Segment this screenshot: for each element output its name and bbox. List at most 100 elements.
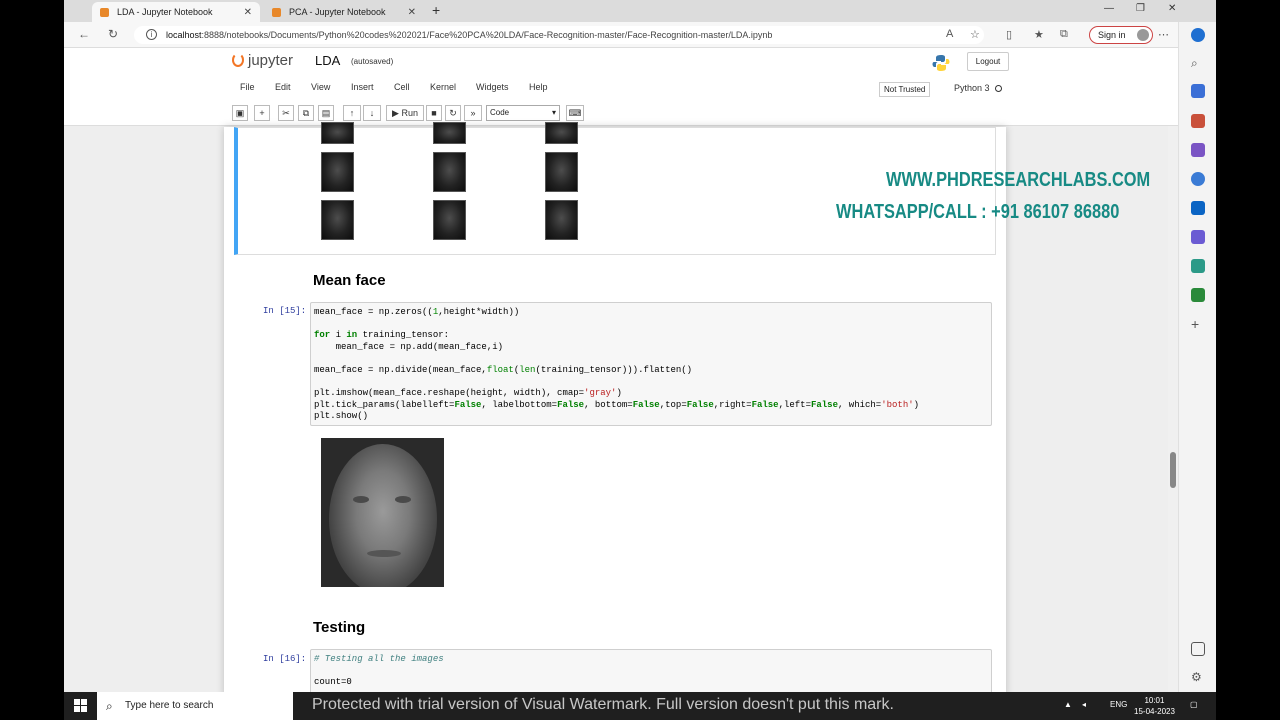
trust-status-button[interactable]: Not Trusted <box>879 82 931 97</box>
system-clock[interactable]: 10:01 15-04-2023 <box>1134 695 1175 717</box>
favorites-icon[interactable]: ★ <box>1034 28 1044 41</box>
menu-file[interactable]: File <box>240 82 255 92</box>
menu-kernel[interactable]: Kernel <box>430 82 456 92</box>
cell-prompt: In [15]: <box>263 306 307 316</box>
notebook-container: WWW.PHDRESEARCHLABS.COM WHATSAPP/CALL : … <box>224 122 1150 692</box>
jupyter-tab-icon <box>100 7 109 17</box>
menu-help[interactable]: Help <box>529 82 548 92</box>
watermark-website: WWW.PHDRESEARCHLABS.COM <box>886 169 1151 191</box>
jupyter-logo[interactable]: jupyter <box>232 52 293 69</box>
insert-cell-below-icon[interactable]: + <box>254 105 270 121</box>
menu-edit[interactable]: Edit <box>275 82 291 92</box>
language-indicator[interactable]: ENG <box>1110 700 1127 709</box>
paste-icon[interactable]: ▤ <box>318 105 334 121</box>
volume-icon[interactable]: ◂ <box>1082 700 1086 709</box>
tree-icon[interactable] <box>1191 288 1205 302</box>
chevron-down-icon: ▾ <box>551 108 556 117</box>
mean-face-image <box>321 438 444 587</box>
collections-icon[interactable]: ⧉ <box>1060 28 1068 41</box>
eigenface-thumbnail <box>433 122 466 144</box>
heading-testing: Testing <box>313 619 366 636</box>
shopping-icon[interactable] <box>1191 84 1205 98</box>
cell-type-select[interactable]: Code ▾ <box>486 105 560 121</box>
sign-in-button[interactable]: Sign in <box>1089 26 1153 44</box>
games-icon[interactable] <box>1191 143 1205 157</box>
site-info-icon[interactable]: i <box>146 29 157 40</box>
outlook-icon[interactable] <box>1191 201 1205 215</box>
code-cell-mean-face[interactable]: mean_face = np.zeros((1,height*width)) f… <box>310 302 992 426</box>
drop-icon[interactable] <box>1191 259 1205 273</box>
page-scrollbar[interactable] <box>1168 126 1178 692</box>
jupyter-header: jupyter LDA (autosaved) Logout File Edit… <box>64 48 1178 126</box>
designer-icon[interactable] <box>1191 230 1205 244</box>
eigenface-thumbnail <box>321 200 354 240</box>
bing-icon[interactable] <box>1191 28 1205 42</box>
tab-pca[interactable]: PCA - Jupyter Notebook ✕ <box>264 2 424 22</box>
cell-prompt: In [16]: <box>263 654 307 664</box>
notebook-title[interactable]: LDA <box>315 53 340 68</box>
menu-cell[interactable]: Cell <box>394 82 410 92</box>
interrupt-icon[interactable]: ■ <box>426 105 442 121</box>
logout-button[interactable]: Logout <box>967 52 1009 71</box>
jupyter-page: jupyter LDA (autosaved) Logout File Edit… <box>64 48 1178 692</box>
watermark-phone: WHATSAPP/CALL : +91 86107 86880 <box>836 201 1120 223</box>
reload-icon[interactable]: ↻ <box>108 27 118 41</box>
close-tab-icon[interactable]: ✕ <box>244 7 252 18</box>
notification-icon[interactable]: ▢ <box>1190 700 1198 709</box>
browser-tab-strip: LDA - Jupyter Notebook ✕ PCA - Jupyter N… <box>64 0 1216 22</box>
kernel-indicator: Python 3 <box>954 83 1002 93</box>
search-icon[interactable]: ⌕ <box>1191 56 1205 70</box>
split-screen-icon[interactable]: ▯ <box>1006 28 1012 41</box>
profile-avatar-icon <box>1136 29 1149 41</box>
menu-insert[interactable]: Insert <box>351 82 374 92</box>
code-cell-testing[interactable]: # Testing all the images count=0 <box>310 649 992 692</box>
menu-widgets[interactable]: Widgets <box>476 82 509 92</box>
taskbar-search-box[interactable]: ⌕ Type here to search <box>97 692 293 720</box>
edge-sidebar: ⌕ + ⚙ <box>1178 22 1216 692</box>
windows-start-icon[interactable] <box>74 699 87 712</box>
command-palette-icon[interactable]: ⌨ <box>566 105 584 121</box>
restart-icon[interactable]: ↻ <box>445 105 461 121</box>
read-aloud-icon[interactable]: A <box>946 28 953 40</box>
windows-taskbar: ⌕ Type here to search Protected with tri… <box>64 692 1216 720</box>
sidebar-layout-icon[interactable] <box>1191 642 1205 656</box>
scrollbar-thumb[interactable] <box>1170 452 1176 488</box>
close-tab-icon[interactable]: ✕ <box>408 7 416 18</box>
eigenface-thumbnail <box>433 152 466 192</box>
jupyter-tab-icon <box>272 7 281 17</box>
new-tab-icon[interactable]: + <box>432 2 440 18</box>
back-icon[interactable]: ← <box>78 27 90 41</box>
eigenface-thumbnail <box>545 122 578 144</box>
tab-lda[interactable]: LDA - Jupyter Notebook ✕ <box>92 2 260 22</box>
url-field[interactable]: i localhost:8888/notebooks/Documents/Pyt… <box>134 26 984 44</box>
eigenface-output-cell[interactable] <box>234 122 996 255</box>
settings-icon[interactable]: ⚙ <box>1191 670 1205 684</box>
run-button[interactable]: ▶ Run <box>386 105 424 121</box>
eigenface-thumbnail <box>545 200 578 240</box>
search-icon: ⌕ <box>106 699 113 713</box>
minimize-icon[interactable]: — <box>1104 3 1114 14</box>
move-up-icon[interactable]: ↑ <box>343 105 361 121</box>
more-menu-icon[interactable]: ⋯ <box>1158 28 1169 41</box>
copy-icon[interactable]: ⧉ <box>298 105 314 121</box>
trial-watermark: Protected with trial version of Visual W… <box>312 696 894 713</box>
eigenface-thumbnail <box>545 152 578 192</box>
address-bar-row: ← ↻ i localhost:8888/notebooks/Documents… <box>64 22 1216 48</box>
favorite-star-icon[interactable]: ☆ <box>970 28 980 41</box>
tools-icon[interactable] <box>1191 114 1205 128</box>
menu-view[interactable]: View <box>311 82 330 92</box>
kernel-idle-icon <box>994 85 1002 92</box>
network-icon[interactable]: ▲ <box>1064 700 1072 709</box>
restart-run-all-icon[interactable]: » <box>464 105 482 121</box>
cut-icon[interactable]: ✂ <box>278 105 294 121</box>
office-icon[interactable] <box>1191 172 1205 186</box>
move-down-icon[interactable]: ↓ <box>363 105 381 121</box>
eigenface-thumbnail <box>433 200 466 240</box>
autosave-status: (autosaved) <box>351 57 394 66</box>
restore-icon[interactable]: ❐ <box>1136 3 1145 14</box>
add-sidebar-item-icon[interactable]: + <box>1191 317 1205 332</box>
jupyter-logo-icon <box>232 53 244 67</box>
save-icon[interactable]: ▣ <box>232 105 248 121</box>
eigenface-thumbnail <box>321 152 354 192</box>
close-window-icon[interactable]: ✕ <box>1168 3 1176 14</box>
